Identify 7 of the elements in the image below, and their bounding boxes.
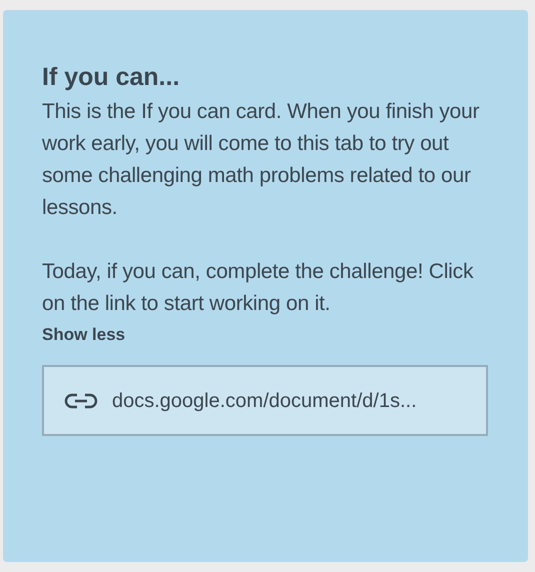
card-title: If you can... — [42, 62, 181, 93]
link-url: docs.google.com/document/d/1s... — [112, 388, 417, 414]
link-attachment[interactable]: docs.google.com/document/d/1s... — [42, 365, 488, 436]
card-text: This is the If you can card. When you finish your work early, you will come to this tab to try out some challenging math problems related to our lessons. — [42, 99, 480, 221]
link-icon — [64, 392, 98, 410]
card-text: Today, if you can, complete the challenge! Click on the link to start working on it. — [42, 259, 474, 317]
show-less-link[interactable]: Show less — [42, 323, 126, 347]
